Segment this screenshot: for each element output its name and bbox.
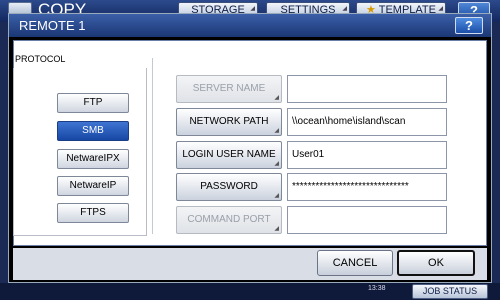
password-field[interactable]: ******************************: [287, 173, 447, 201]
cancel-button[interactable]: CANCEL: [317, 250, 393, 276]
network-path-label: NETWORK PATH: [189, 116, 269, 127]
clock: 13:38: [368, 285, 386, 292]
divider: [152, 58, 153, 234]
network-path-button[interactable]: NETWORK PATH ◢: [176, 108, 282, 136]
corner-arrow-icon: ◢: [274, 128, 279, 134]
protocol-ftp-button[interactable]: FTP: [57, 93, 129, 113]
protocol-netwareipx-button[interactable]: NetwareIPX: [57, 149, 129, 169]
command-port-button: COMMAND PORT ◢: [176, 206, 282, 234]
protocol-ftps-button[interactable]: FTPS: [57, 203, 129, 223]
ok-button[interactable]: OK: [397, 250, 475, 276]
password-button[interactable]: PASSWORD ◢: [176, 173, 282, 201]
password-label: PASSWORD: [200, 181, 258, 192]
remote-dialog: REMOTE 1 ? PROTOCOL FTP SMB NetwareIPX N…: [8, 13, 492, 283]
corner-arrow-icon: ◢: [274, 193, 279, 199]
network-path-field[interactable]: \\ocean\home\island\scan: [287, 108, 447, 136]
dialog-help-button[interactable]: ?: [455, 17, 483, 34]
login-user-name-button[interactable]: LOGIN USER NAME ◢: [176, 141, 282, 169]
command-port-field: [287, 206, 447, 234]
corner-arrow-icon: ◢: [274, 161, 279, 167]
job-status-button[interactable]: JOB STATUS: [412, 284, 488, 299]
server-name-field: [287, 75, 447, 103]
dialog-title: REMOTE 1: [19, 18, 86, 33]
protocol-netwareip-button[interactable]: NetwareIP: [57, 176, 129, 196]
server-name-button: SERVER NAME ◢: [176, 75, 282, 103]
login-user-name-field[interactable]: User01: [287, 141, 447, 169]
dialog-header: REMOTE 1 ?: [9, 14, 491, 37]
protocol-label: PROTOCOL: [15, 54, 66, 64]
protocol-smb-button[interactable]: SMB: [57, 121, 129, 141]
login-user-name-label: LOGIN USER NAME: [182, 149, 276, 160]
corner-arrow-icon: ◢: [274, 226, 279, 232]
server-name-label: SERVER NAME: [192, 83, 266, 94]
corner-arrow-icon: ◢: [274, 95, 279, 101]
command-port-label: COMMAND PORT: [187, 214, 271, 225]
